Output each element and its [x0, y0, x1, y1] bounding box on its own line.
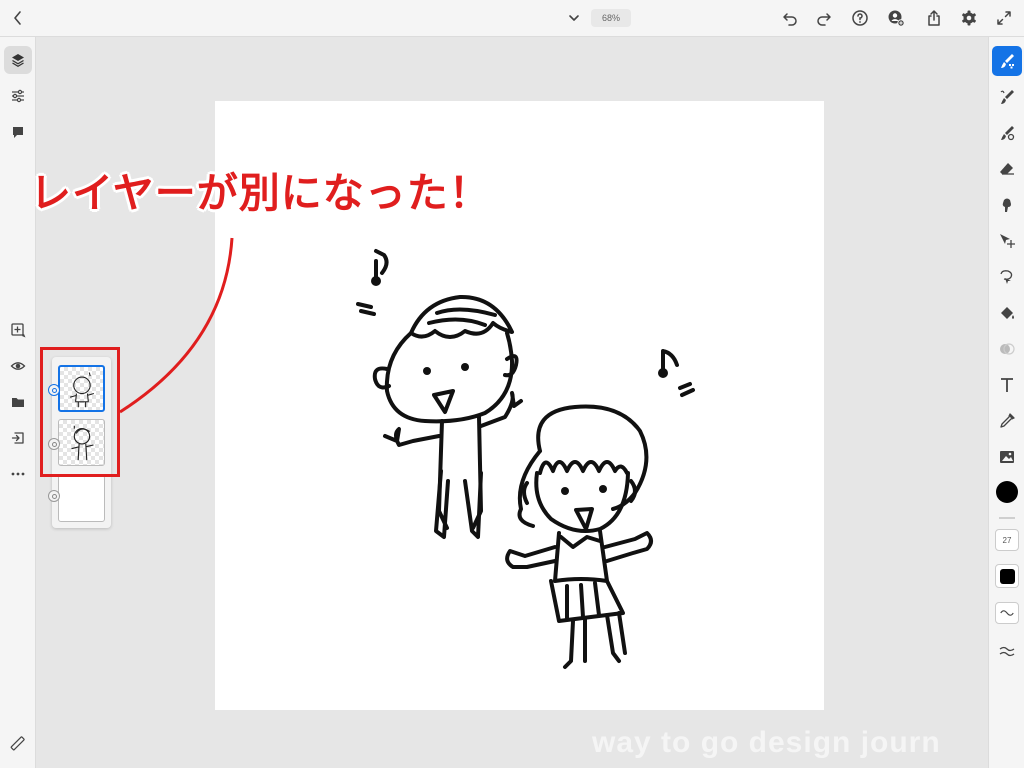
- lasso-icon[interactable]: [992, 262, 1022, 292]
- redo-icon[interactable]: [812, 6, 836, 30]
- properties-icon[interactable]: [4, 82, 32, 110]
- layer-visibility-toggle[interactable]: [48, 490, 60, 502]
- help-icon[interactable]: [848, 6, 872, 30]
- brush-settings-icon[interactable]: [992, 637, 1022, 667]
- undo-icon[interactable]: [778, 6, 802, 30]
- color-swatch[interactable]: [996, 481, 1018, 503]
- annotation-callout: レイヤーが別になった！: [30, 170, 491, 216]
- text-icon[interactable]: [992, 370, 1022, 400]
- smudge-icon[interactable]: [992, 190, 1022, 220]
- brush-size-control[interactable]: 27: [995, 529, 1019, 551]
- image-icon[interactable]: [992, 442, 1022, 472]
- top-bar: 68%: [0, 0, 1024, 37]
- wave-icon[interactable]: [995, 602, 1019, 624]
- chevron-down-icon[interactable]: [562, 6, 586, 30]
- vector-brush-icon[interactable]: [992, 118, 1022, 148]
- visibility-icon[interactable]: [4, 352, 32, 380]
- eraser-icon[interactable]: [992, 154, 1022, 184]
- move-transform-icon[interactable]: [992, 226, 1022, 256]
- add-layer-icon[interactable]: [4, 316, 32, 344]
- layer-thumbnail-background[interactable]: [58, 475, 105, 522]
- right-toolbar: 27: [988, 37, 1024, 768]
- group-icon[interactable]: [4, 388, 32, 416]
- fullscreen-icon[interactable]: [992, 6, 1016, 30]
- zoom-level[interactable]: 68%: [591, 9, 631, 27]
- opacity-swatch: [999, 568, 1015, 584]
- annotation-highlight-box: [40, 347, 120, 477]
- opacity-control[interactable]: [995, 564, 1019, 588]
- export-icon[interactable]: [922, 6, 946, 30]
- live-brush-icon[interactable]: [992, 82, 1022, 112]
- layers-icon[interactable]: [4, 46, 32, 74]
- pixel-brush-icon[interactable]: [992, 46, 1022, 76]
- chevron-left-icon[interactable]: [6, 6, 30, 30]
- watermark: way to go design journ: [592, 726, 941, 759]
- fill-icon[interactable]: [992, 298, 1022, 328]
- toolbar-divider: [999, 517, 1015, 519]
- settings-icon[interactable]: [957, 6, 981, 30]
- ruler-icon[interactable]: [4, 729, 32, 757]
- import-icon[interactable]: [4, 424, 32, 452]
- eyedropper-icon[interactable]: [992, 406, 1022, 436]
- share-user-icon[interactable]: [884, 6, 908, 30]
- left-toolbar: [0, 37, 36, 768]
- comment-icon[interactable]: [4, 118, 32, 146]
- more-icon[interactable]: [4, 460, 32, 488]
- clone-icon[interactable]: [992, 334, 1022, 364]
